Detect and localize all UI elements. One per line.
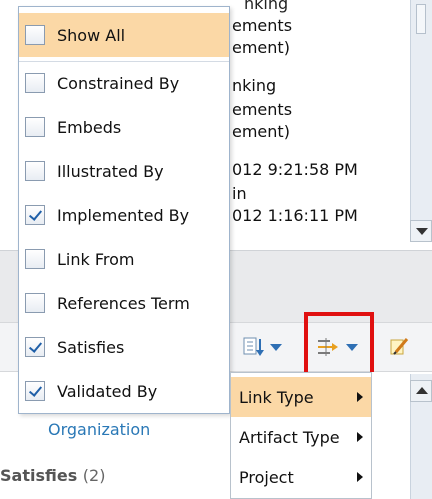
background-text-line: ements xyxy=(232,100,293,119)
submenu-item-label: Project xyxy=(239,467,294,487)
menu-item-satisfies[interactable]: Satisfies xyxy=(19,325,229,369)
callout-highlight xyxy=(304,312,374,380)
menu-item-implemented-by[interactable]: Implemented By xyxy=(19,193,229,237)
background-text-line: ement) xyxy=(232,38,290,57)
checkbox[interactable] xyxy=(25,25,45,45)
menu-item-label: Validated By xyxy=(57,381,158,401)
scroll-up-button[interactable] xyxy=(410,380,432,402)
menu-item-embeds[interactable]: Embeds xyxy=(19,105,229,149)
chevron-right-icon xyxy=(357,472,363,482)
background-text-fragment: nking xyxy=(244,0,289,13)
menu-item-show-all[interactable]: Show All xyxy=(19,13,229,57)
chevron-right-icon xyxy=(357,392,363,402)
background-text-line: nking xyxy=(232,76,277,95)
submenu-item-project[interactable]: Project xyxy=(231,457,371,497)
satisfies-count: (2) xyxy=(82,466,106,485)
menu-item-validated-by[interactable]: Validated By xyxy=(19,369,229,413)
checkbox[interactable] xyxy=(25,249,45,269)
checkbox[interactable] xyxy=(25,293,45,313)
organization-link[interactable]: Organization xyxy=(48,420,150,439)
background-text-line: 012 9:21:58 PM xyxy=(232,160,358,179)
sort-button[interactable] xyxy=(242,332,282,362)
menu-item-label: Implemented By xyxy=(57,205,190,225)
scroll-down-button[interactable] xyxy=(410,220,432,242)
background-text-line: 012 1:16:11 PM xyxy=(232,206,358,225)
menu-item-label: Illustrated By xyxy=(57,161,164,181)
menu-item-illustrated-by[interactable]: Illustrated By xyxy=(19,149,229,193)
background-text-line: in xyxy=(232,184,247,203)
checkbox-checked[interactable] xyxy=(25,205,45,225)
checkbox-checked[interactable] xyxy=(25,337,45,357)
satisfies-section-heading[interactable]: Satisfies (2) xyxy=(0,466,105,485)
checkbox-checked[interactable] xyxy=(25,381,45,401)
edit-button[interactable] xyxy=(388,332,410,362)
checkbox[interactable] xyxy=(25,73,45,93)
menu-item-label: References Term xyxy=(57,293,190,313)
filter-submenu: Link Type Artifact Type Project xyxy=(230,372,372,499)
menu-item-label: Satisfies xyxy=(57,337,125,357)
menu-item-constrained-by[interactable]: Constrained By xyxy=(19,61,229,105)
checkbox[interactable] xyxy=(25,117,45,137)
edit-icon xyxy=(390,338,409,355)
chevron-down-icon xyxy=(270,343,282,351)
chevron-right-icon xyxy=(357,432,363,442)
submenu-item-link-type[interactable]: Link Type xyxy=(231,377,371,417)
sort-icon xyxy=(243,337,264,356)
submenu-item-artifact-type[interactable]: Artifact Type xyxy=(231,417,371,457)
checkbox[interactable] xyxy=(25,161,45,181)
menu-item-references-term[interactable]: References Term xyxy=(19,281,229,325)
submenu-item-label: Artifact Type xyxy=(239,427,340,447)
menu-item-label: Constrained By xyxy=(57,73,180,93)
menu-item-label: Embeds xyxy=(57,117,122,137)
menu-item-label: Show All xyxy=(57,25,126,45)
background-text-line: ements xyxy=(232,16,293,35)
menu-item-link-from[interactable]: Link From xyxy=(19,237,229,281)
satisfies-heading-label: Satisfies xyxy=(0,466,78,485)
background-text-line: ement) xyxy=(232,122,290,141)
submenu-item-label: Link Type xyxy=(239,387,314,407)
menu-item-label: Link From xyxy=(57,249,135,269)
link-type-filter-menu: Show All Constrained By Embeds Illustrat… xyxy=(18,6,230,414)
scrollbar-grip[interactable] xyxy=(416,4,426,34)
